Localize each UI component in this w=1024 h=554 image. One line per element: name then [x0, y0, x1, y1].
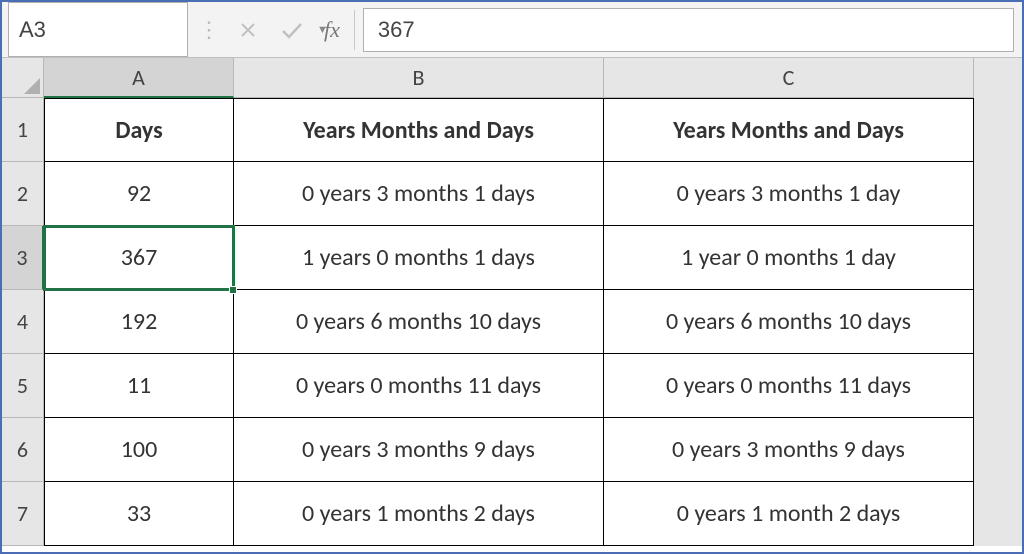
- select-all-corner[interactable]: [2, 58, 44, 98]
- cell-c2[interactable]: 0 years 3 months 1 day: [604, 162, 974, 226]
- column-header-a[interactable]: A: [44, 58, 234, 98]
- row-header-2[interactable]: 2: [2, 162, 44, 226]
- cell-a3[interactable]: 367: [44, 226, 234, 290]
- spreadsheet-grid: A B C 1 Days Years Months and Days Years…: [2, 58, 1022, 546]
- row-header-3[interactable]: 3: [2, 226, 44, 290]
- cell-c1[interactable]: Years Months and Days: [604, 98, 974, 162]
- enter-check-icon: [270, 8, 314, 52]
- fill-handle[interactable]: [229, 286, 237, 294]
- cell-c7[interactable]: 0 years 1 month 2 days: [604, 482, 974, 546]
- cell-a5[interactable]: 11: [44, 354, 234, 418]
- cell-a6[interactable]: 100: [44, 418, 234, 482]
- cell-b4[interactable]: 0 years 6 months 10 days: [234, 290, 604, 354]
- divider-icon: ⋮: [192, 16, 226, 43]
- row-header-1[interactable]: 1: [2, 98, 44, 162]
- row-header-5[interactable]: 5: [2, 354, 44, 418]
- cell-c3[interactable]: 1 year 0 months 1 day: [604, 226, 974, 290]
- row-header-6[interactable]: 6: [2, 418, 44, 482]
- cell-a1[interactable]: Days: [44, 98, 234, 162]
- column-header-b[interactable]: B: [234, 58, 604, 98]
- cancel-icon: [226, 8, 270, 52]
- divider: [354, 10, 355, 50]
- row-header-7[interactable]: 7: [2, 482, 44, 546]
- cell-c6[interactable]: 0 years 3 months 9 days: [604, 418, 974, 482]
- row-header-4[interactable]: 4: [2, 290, 44, 354]
- cell-c5[interactable]: 0 years 0 months 11 days: [604, 354, 974, 418]
- cell-b6[interactable]: 0 years 3 months 9 days: [234, 418, 604, 482]
- cell-b5[interactable]: 0 years 0 months 11 days: [234, 354, 604, 418]
- cell-b3[interactable]: 1 years 0 months 1 days: [234, 226, 604, 290]
- cell-a7[interactable]: 33: [44, 482, 234, 546]
- name-box-container[interactable]: ▼: [8, 2, 188, 57]
- formula-bar: ▼ ⋮ fx: [2, 2, 1022, 58]
- cell-value: 367: [121, 243, 158, 272]
- cell-b7[interactable]: 0 years 1 months 2 days: [234, 482, 604, 546]
- cell-a4[interactable]: 192: [44, 290, 234, 354]
- cell-a2[interactable]: 92: [44, 162, 234, 226]
- cell-b2[interactable]: 0 years 3 months 1 days: [234, 162, 604, 226]
- formula-input[interactable]: [363, 8, 1014, 52]
- cell-c4[interactable]: 0 years 6 months 10 days: [604, 290, 974, 354]
- fx-icon[interactable]: fx: [314, 17, 350, 43]
- cell-b1[interactable]: Years Months and Days: [234, 98, 604, 162]
- column-header-c[interactable]: C: [604, 58, 974, 98]
